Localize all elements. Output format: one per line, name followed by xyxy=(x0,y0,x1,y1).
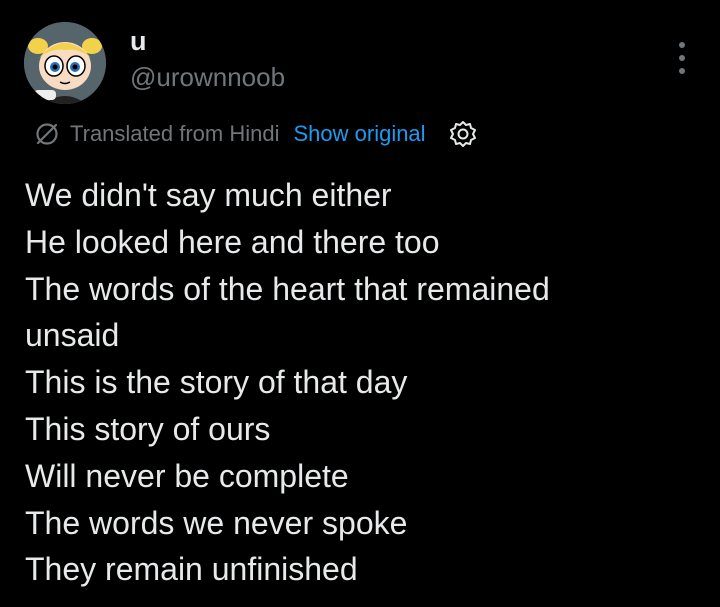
translation-bar: Translated from Hindi Show original xyxy=(34,117,478,151)
display-name[interactable]: u xyxy=(130,26,285,56)
post-line: This story of ours xyxy=(25,410,271,447)
post-card: u @urownnoob Translated from Hindi Show … xyxy=(0,0,720,607)
post-body: We didn't say much either He looked here… xyxy=(25,172,685,593)
post-line: They remain unfinished xyxy=(25,551,358,588)
post-line: The words we never spoke xyxy=(25,504,408,541)
gear-icon[interactable] xyxy=(448,119,478,149)
translate-slash-icon xyxy=(36,123,58,145)
avatar[interactable] xyxy=(24,22,106,104)
post-line: He looked here and there too xyxy=(25,223,440,260)
post-line: unsaid xyxy=(25,317,120,354)
author-handle[interactable]: @urownnoob xyxy=(130,62,285,92)
post-line: This is the story of that day xyxy=(25,364,408,401)
post-header: u @urownnoob xyxy=(24,22,696,106)
post-line: The words of the heart that remained xyxy=(25,270,550,307)
show-original-link[interactable]: Show original xyxy=(293,121,425,147)
cartoon-girl-avatar-icon xyxy=(24,22,106,104)
translated-from-label: Translated from Hindi xyxy=(70,121,280,146)
more-options-button[interactable] xyxy=(668,42,696,86)
author-info: u @urownnoob xyxy=(130,26,285,92)
post-line: We didn't say much either xyxy=(25,177,392,213)
post-line: Will never be complete xyxy=(25,457,349,494)
